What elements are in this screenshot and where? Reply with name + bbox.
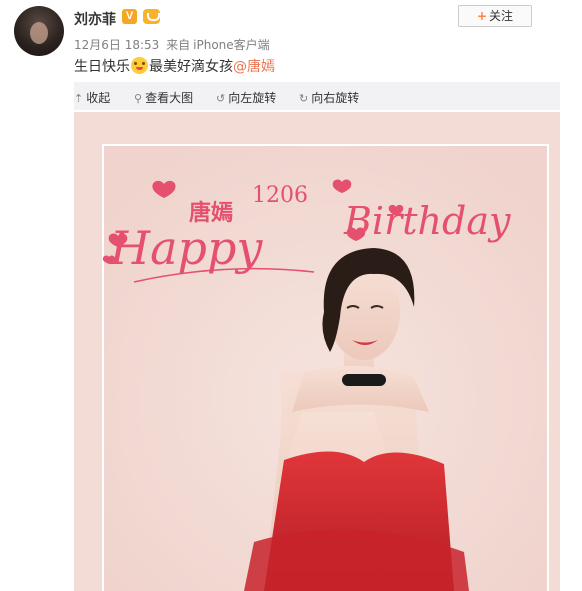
view-large-label: 查看大图 <box>145 91 194 105</box>
post-source[interactable]: iPhone客户端 <box>193 38 270 52</box>
rotate-left-icon: ↺ <box>216 92 226 105</box>
plus-icon: + <box>476 9 488 23</box>
post-meta: 12月6日 18:53 来自 iPhone客户端 <box>74 36 273 53</box>
birthday-artwork: 唐嫣 1206 Happy Birthday <box>102 146 547 591</box>
follow-button[interactable]: + 关注 <box>458 5 532 27</box>
follow-label: 关注 <box>489 9 514 23</box>
image-date-text: 1206 <box>252 183 308 208</box>
rotate-left-button[interactable]: ↺ 向左旋转 <box>216 89 276 106</box>
image-line2: Birthday <box>343 199 511 243</box>
post-date[interactable]: 12月6日 18:53 <box>74 38 159 52</box>
post-text: 生日快乐 最美好滴女孩@唐嫣 <box>74 56 275 76</box>
verified-icon: V <box>122 9 137 24</box>
post-photo[interactable]: 唐嫣 1206 Happy Birthday <box>74 112 560 591</box>
avatar[interactable] <box>14 6 64 56</box>
collapse-label: 收起 <box>86 91 111 105</box>
rotate-right-icon: ↻ <box>299 92 309 105</box>
rotate-left-label: 向左旋转 <box>228 91 277 105</box>
rotate-right-label: 向右旋转 <box>311 91 360 105</box>
rotate-right-button[interactable]: ↻ 向右旋转 <box>299 89 359 106</box>
kiss-face-emoji-icon <box>131 57 148 74</box>
post-text-after: 最美好滴女孩 <box>149 59 233 75</box>
username[interactable]: 刘亦菲 <box>74 9 116 29</box>
avatar-face <box>30 22 48 44</box>
image-toolbar: ⇡ 收起 ⚲ 查看大图 ↺ 向左旋转 ↻ 向右旋转 <box>74 82 560 110</box>
image-line1: Happy <box>109 221 263 275</box>
collapse-button[interactable]: ⇡ 收起 <box>74 89 110 106</box>
mention-link[interactable]: @唐嫣 <box>233 59 275 75</box>
member-crown-icon[interactable] <box>143 9 160 24</box>
post-text-before: 生日快乐 <box>74 59 130 75</box>
source-prefix: 来自 <box>166 38 191 52</box>
collapse-arrow-icon: ⇡ <box>74 92 84 105</box>
magnifier-icon: ⚲ <box>134 92 143 105</box>
view-large-button[interactable]: ⚲ 查看大图 <box>134 89 193 106</box>
choker <box>342 374 386 386</box>
